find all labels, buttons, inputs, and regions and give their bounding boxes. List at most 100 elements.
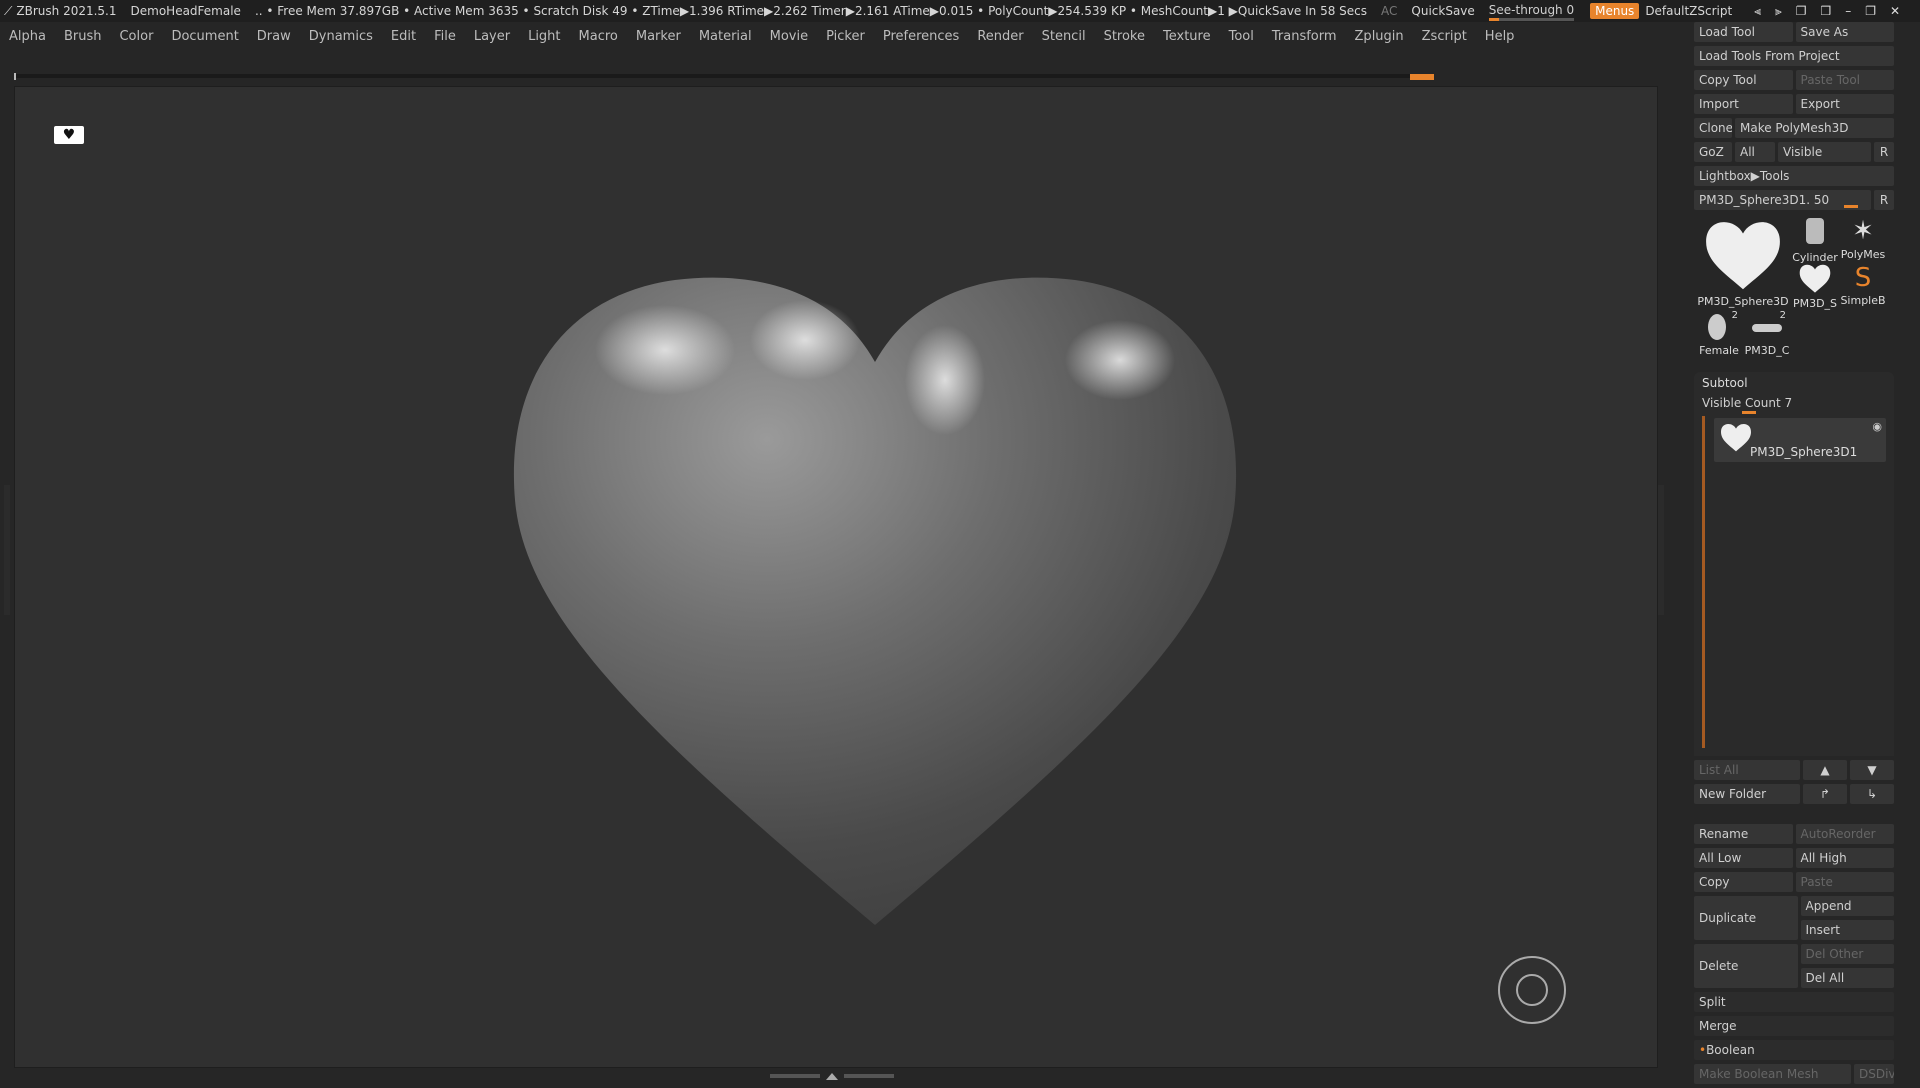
menu-movie[interactable]: Movie [770, 29, 808, 44]
current-tool-slider[interactable]: PM3D_Sphere3D1. 50 [1694, 190, 1871, 210]
menu-color[interactable]: Color [119, 29, 153, 44]
make-boolean-mesh-button[interactable]: Make Boolean Mesh [1694, 1064, 1851, 1084]
tool-tile-pm3d-c[interactable]: 2 PM3D_C [1744, 310, 1790, 357]
restore-icon[interactable]: ❐ [1865, 4, 1876, 19]
ac-label[interactable]: AC [1381, 4, 1397, 18]
copy-tool-button[interactable]: Copy Tool [1694, 70, 1793, 90]
see-through-slider[interactable]: See-through 0 [1488, 3, 1575, 21]
female-count: 2 [1731, 310, 1738, 321]
menu-light[interactable]: Light [528, 29, 560, 44]
menu-render[interactable]: Render [977, 29, 1023, 44]
lightbox-tools-button[interactable]: Lightbox▶Tools [1694, 166, 1894, 186]
bottom-tray-handle[interactable] [770, 1072, 900, 1080]
goz-button[interactable]: GoZ [1694, 142, 1732, 162]
all-high-button[interactable]: All High [1795, 848, 1894, 868]
folder-up-icon[interactable]: ↱ [1803, 784, 1847, 804]
layout-icon[interactable]: ⫷ [1754, 4, 1761, 19]
tool-tile-pm3d-s[interactable]: PM3D_S [1792, 262, 1838, 310]
plane-icon [1752, 324, 1782, 332]
paste-button[interactable]: Paste [1795, 872, 1894, 892]
menus-toggle[interactable]: Menus [1590, 3, 1640, 19]
goz-r-button[interactable]: R [1874, 142, 1894, 162]
tool-tile-polymesh[interactable]: ✶ PolyMes [1840, 214, 1886, 261]
rename-button[interactable]: Rename [1694, 824, 1793, 844]
visible-count-slider[interactable]: Visible Count 7 [1694, 394, 1894, 416]
menu-dynamics[interactable]: Dynamics [309, 29, 373, 44]
menu-zscript[interactable]: Zscript [1422, 29, 1467, 44]
split-menu[interactable]: Split [1694, 992, 1894, 1012]
close-icon[interactable]: ✕ [1890, 4, 1900, 19]
goz-all-button[interactable]: All [1735, 142, 1775, 162]
subtool-scrollbar[interactable] [1702, 416, 1705, 748]
menu-transform[interactable]: Transform [1272, 29, 1337, 44]
del-all-button[interactable]: Del All [1800, 968, 1894, 988]
quicksave-button[interactable]: QuickSave [1411, 4, 1474, 18]
menu-help[interactable]: Help [1485, 29, 1515, 44]
menu-stencil[interactable]: Stencil [1042, 29, 1086, 44]
del-other-button[interactable]: Del Other [1800, 944, 1894, 964]
menu-draw[interactable]: Draw [257, 29, 291, 44]
delete-button[interactable]: Delete [1694, 944, 1798, 988]
append-button[interactable]: Append [1800, 896, 1894, 916]
layout2-icon[interactable]: ⫸ [1775, 4, 1782, 19]
left-tray-handle[interactable] [4, 485, 10, 615]
menu-texture[interactable]: Texture [1163, 29, 1211, 44]
new-folder-button[interactable]: New Folder [1694, 784, 1800, 804]
duplicate-button[interactable]: Duplicate [1694, 896, 1798, 940]
window-icon[interactable]: ❐ [1796, 4, 1807, 19]
subtool-header[interactable]: Subtool [1694, 372, 1894, 394]
menu-picker[interactable]: Picker [826, 29, 865, 44]
menu-document[interactable]: Document [171, 29, 238, 44]
copy-button[interactable]: Copy [1694, 872, 1793, 892]
menu-edit[interactable]: Edit [391, 29, 416, 44]
eye-icon[interactable]: ◉ [1872, 420, 1882, 433]
move-down-icon[interactable]: ▼ [1850, 760, 1894, 780]
paste-tool-button[interactable]: Paste Tool [1795, 70, 1894, 90]
navigation-gizmo[interactable] [1498, 956, 1566, 1024]
timeline-knob[interactable] [1410, 74, 1434, 80]
menu-tool[interactable]: Tool [1229, 29, 1254, 44]
heart-thumbnail-icon[interactable]: ♥ [54, 126, 84, 144]
clone-button[interactable]: Clone [1694, 118, 1732, 138]
load-tools-from-project-button[interactable]: Load Tools From Project [1694, 46, 1894, 66]
menu-file[interactable]: File [434, 29, 456, 44]
tool-tile-simpleb[interactable]: S SimpleB [1840, 262, 1886, 307]
menu-preferences[interactable]: Preferences [883, 29, 959, 44]
minimize-icon[interactable]: – [1845, 4, 1851, 19]
right-tray-handle[interactable] [1658, 485, 1664, 615]
menu-layer[interactable]: Layer [474, 29, 510, 44]
export-button[interactable]: Export [1795, 94, 1894, 114]
insert-button[interactable]: Insert [1800, 920, 1894, 940]
menu-material[interactable]: Material [699, 29, 752, 44]
list-all-button[interactable]: List All [1694, 760, 1800, 780]
timeline[interactable] [14, 73, 1434, 80]
simple-brush-icon: S [1854, 263, 1872, 293]
save-as-button[interactable]: Save As [1795, 22, 1894, 42]
default-zscript-button[interactable]: DefaultZScript [1645, 4, 1732, 18]
dsdiv-button[interactable]: DSDiv [1854, 1064, 1894, 1084]
menu-stroke[interactable]: Stroke [1104, 29, 1145, 44]
make-polymesh-button[interactable]: Make PolyMesh3D [1735, 118, 1894, 138]
menu-macro[interactable]: Macro [579, 29, 618, 44]
folder-down-icon[interactable]: ↳ [1850, 784, 1894, 804]
load-tool-button[interactable]: Load Tool [1694, 22, 1793, 42]
pm3d-c-count: 2 [1779, 310, 1786, 321]
move-up-icon[interactable]: ▲ [1803, 760, 1847, 780]
merge-menu[interactable]: Merge [1694, 1016, 1894, 1036]
menu-marker[interactable]: Marker [636, 29, 681, 44]
subtool-item[interactable]: ◉ PM3D_Sphere3D1 [1714, 418, 1886, 462]
tool-tile-female[interactable]: 2 Female [1696, 310, 1742, 357]
tool-tile-cylinder[interactable]: Cylinder [1792, 214, 1838, 264]
import-button[interactable]: Import [1694, 94, 1793, 114]
menu-brush[interactable]: Brush [64, 29, 102, 44]
tool-tile-main[interactable]: PM3D_Sphere3D [1696, 216, 1790, 308]
autoreorder-button[interactable]: AutoReorder [1795, 824, 1894, 844]
tool-r-button[interactable]: R [1874, 190, 1894, 210]
goz-visible-button[interactable]: Visible [1778, 142, 1871, 162]
menu-alpha[interactable]: Alpha [9, 29, 46, 44]
window2-icon[interactable]: ❒ [1821, 4, 1832, 19]
all-low-button[interactable]: All Low [1694, 848, 1793, 868]
boolean-menu[interactable]: •Boolean [1694, 1040, 1894, 1060]
heart-mesh[interactable] [505, 270, 1245, 930]
menu-zplugin[interactable]: Zplugin [1355, 29, 1404, 44]
